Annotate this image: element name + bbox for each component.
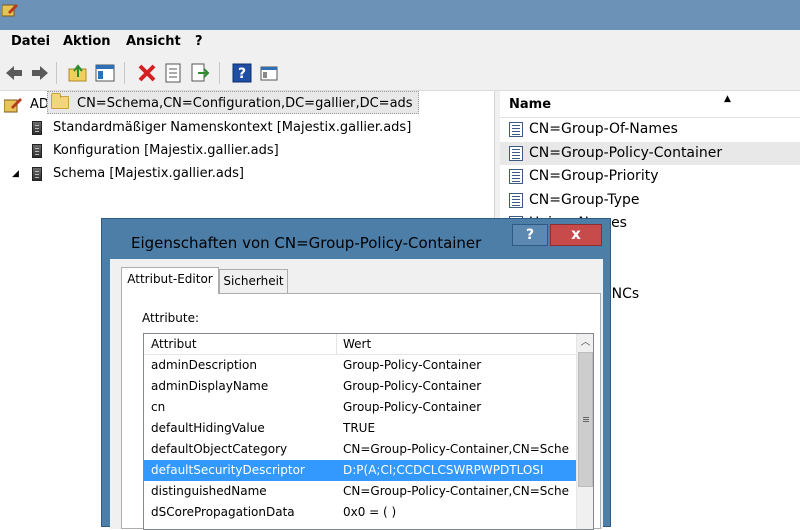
attribute-row[interactable]: distinguishedName CN=Group-Policy-Contain…: [144, 481, 576, 502]
server-icon: [32, 167, 42, 181]
list-item[interactable]: CN=Group-Priority: [500, 165, 800, 188]
attribute-value: Group-Policy-Container: [343, 400, 482, 414]
tab-attribute-editor[interactable]: Attribut-Editor: [121, 267, 219, 294]
attribute-row[interactable]: defaultObjectCategory CN=Group-Policy-Con…: [144, 439, 576, 460]
attribute-row[interactable]: adminDisplayName Group-Policy-Container: [144, 376, 576, 397]
toolbar-separator: [219, 62, 220, 84]
attribute-name: defaultObjectCategory: [151, 442, 288, 456]
menu-view[interactable]: Ansicht: [126, 34, 181, 49]
attribute-list[interactable]: Attribut Wert adminDescription Group-Poli…: [143, 333, 594, 530]
attribute-value: CN=Group-Policy-Container,CN=Sche: [343, 484, 569, 498]
attribute-name: cn: [151, 400, 166, 414]
list-item-label: CN=Group-Type: [529, 191, 640, 208]
attribute-value: 0x0 = ( ): [343, 505, 397, 519]
attribute-name: defaultSecurityDescriptor: [151, 463, 305, 477]
list-header-label: Name: [509, 97, 552, 112]
menu-help[interactable]: ?: [195, 34, 203, 49]
sort-ascending-icon: ▲: [724, 94, 731, 104]
list-item-label: CN=Group-Priority: [529, 168, 659, 184]
folder-icon: [51, 93, 69, 109]
menu-bar: Datei Aktion Ansicht ?: [0, 30, 800, 54]
tree-node-configuration[interactable]: Konfiguration [Majestix.gallier.ads]: [0, 140, 494, 162]
collapse-triangle-icon[interactable]: ◢: [12, 163, 19, 185]
toolbar-separator: [56, 62, 57, 84]
forward-arrow-icon[interactable]: [30, 63, 50, 83]
show-hide-tree-icon[interactable]: [95, 63, 115, 83]
attribute-name: dSCorePropagationData: [151, 505, 295, 519]
attribute-list-scrollbar[interactable]: ︿: [576, 334, 593, 529]
tree-node-default-naming-context[interactable]: Standardmäßiger Namenskontext [Majestix.…: [0, 117, 494, 139]
attribute-row[interactable]: adminDescription Group-Policy-Container: [144, 355, 576, 376]
tree-node-schema[interactable]: ◢ Schema [Majestix.gallier.ads]: [0, 163, 494, 185]
server-icon: [32, 144, 42, 158]
scrollbar-thumb[interactable]: [578, 352, 593, 487]
dialog-help-button[interactable]: ?: [512, 224, 548, 246]
adsi-editor-icon: [4, 98, 22, 113]
attribute-list-header: Attribut Wert: [144, 334, 576, 355]
tree-node-schema-cn[interactable]: CN=Schema,CN=Configuration,DC=gallier,DC…: [47, 91, 419, 113]
up-folder-icon[interactable]: [68, 63, 88, 83]
menu-file[interactable]: Datei: [11, 34, 50, 49]
attribute-row[interactable]: dSCorePropagationData 0x0 = ( ): [144, 502, 576, 523]
list-item[interactable]: CN=Group-Type: [500, 189, 800, 212]
menu-action[interactable]: Aktion: [63, 34, 111, 49]
dialog-close-button[interactable]: x: [550, 224, 602, 246]
tree-node-label: CN=Schema,CN=Configuration,DC=gallier,DC…: [77, 96, 413, 111]
delete-icon[interactable]: [137, 63, 157, 83]
schema-class-icon: [509, 169, 523, 184]
attribute-value: TRUE: [343, 421, 376, 435]
window-title-bar: [0, 0, 800, 30]
back-arrow-icon[interactable]: [4, 63, 24, 83]
toolbar: ?: [0, 54, 800, 91]
attribute-row[interactable]: cn Group-Policy-Container: [144, 397, 576, 418]
attribute-name: distinguishedName: [151, 484, 267, 498]
properties-icon[interactable]: [163, 63, 183, 83]
tab-security[interactable]: Sicherheit: [219, 269, 288, 293]
dialog-title: Eigenschaften von CN=Group-Policy-Contai…: [131, 234, 482, 252]
attribute-name: defaultHidingValue: [151, 421, 265, 435]
attribute-value: Group-Policy-Container: [343, 358, 482, 372]
adsi-editor-app-icon: [2, 4, 18, 17]
scrollbar-grip-icon: [583, 417, 589, 418]
attribute-value: D:P(A;CI;CCDCLCSWRPWPDTLOSI: [343, 463, 544, 477]
attributes-label: Attribute:: [142, 311, 200, 325]
dialog-body: Attribut-Editor Sicherheit Attribute: At…: [110, 259, 603, 530]
tree-node-label: Standardmäßiger Namenskontext [Majestix.…: [53, 120, 412, 135]
tree-node-label: Konfiguration [Majestix.gallier.ads]: [53, 143, 279, 158]
attribute-editor-panel: Attribute: Attribut Wert adminDescriptio…: [121, 293, 601, 530]
list-item[interactable]: CN=Group-Policy-Container: [500, 141, 800, 165]
list-item-label: CN=Group-Policy-Container: [529, 144, 723, 161]
schema-class-icon: [509, 122, 523, 137]
tree-node-label: Schema [Majestix.gallier.ads]: [53, 166, 244, 181]
column-divider[interactable]: [336, 334, 337, 354]
svg-text:?: ?: [238, 66, 246, 82]
properties-dialog: Eigenschaften von CN=Group-Policy-Contai…: [101, 218, 611, 530]
export-list-icon[interactable]: [190, 63, 210, 83]
schema-class-icon: [509, 192, 523, 208]
schema-class-icon: [509, 145, 523, 161]
list-item[interactable]: CN=Group-Of-Names: [500, 118, 800, 141]
attribute-row[interactable]: defaultHidingValue TRUE: [144, 418, 576, 439]
server-icon: [32, 121, 42, 135]
list-item-label: CN=Group-Of-Names: [529, 121, 678, 137]
column-header-attribute[interactable]: Attribut: [151, 337, 197, 351]
attribute-value: Group-Policy-Container: [343, 379, 482, 393]
attribute-row[interactable]: defaultSecurityDescriptor D:P(A;CI;CCDCLC…: [144, 460, 576, 481]
help-icon[interactable]: ?: [232, 63, 252, 83]
console-tree-icon[interactable]: [259, 63, 279, 83]
attribute-name: adminDescription: [151, 358, 257, 372]
toolbar-separator: [124, 62, 125, 84]
scroll-up-arrow-icon[interactable]: ︿: [577, 334, 593, 351]
attribute-value: CN=Group-Policy-Container,CN=Sche: [343, 442, 569, 456]
attribute-name: adminDisplayName: [151, 379, 269, 393]
list-column-header-name[interactable]: Name ▲: [500, 91, 800, 118]
column-header-value[interactable]: Wert: [343, 337, 371, 351]
